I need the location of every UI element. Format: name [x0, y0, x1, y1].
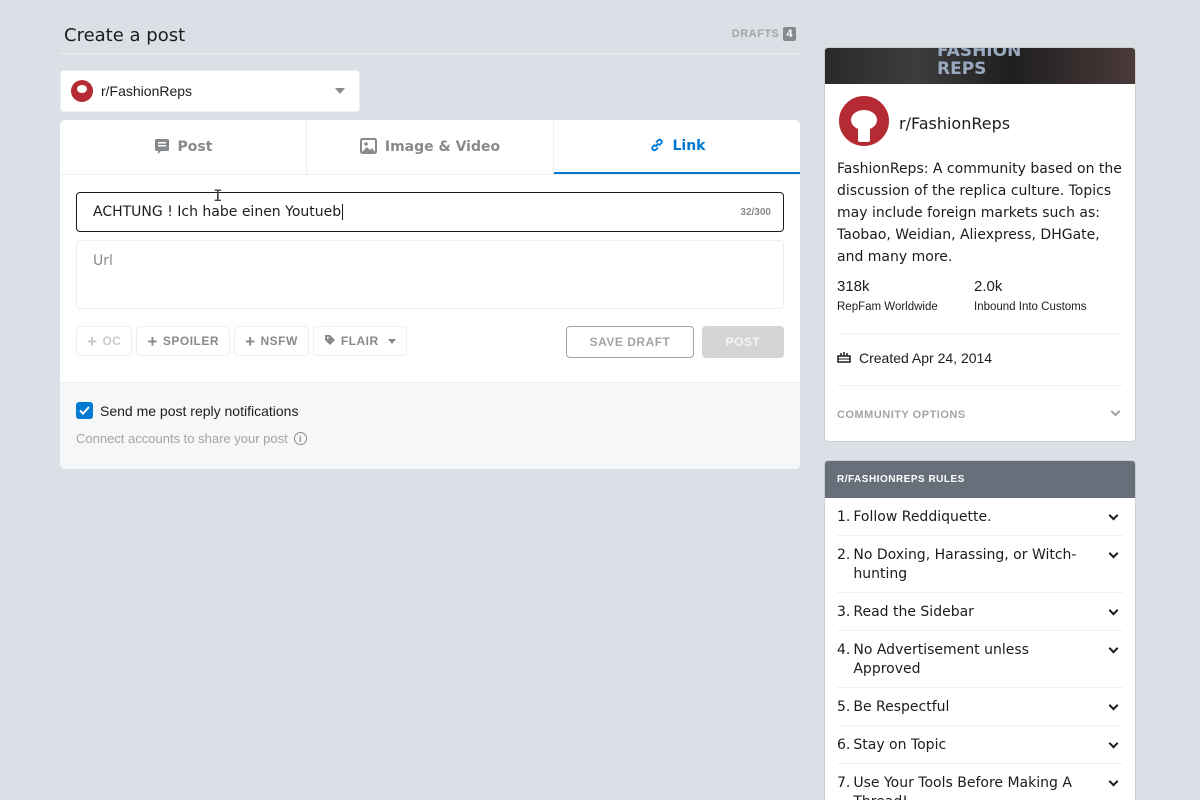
online-stat: 2.0k Inbound Into Customs — [974, 278, 1087, 313]
page-title: Create a post — [64, 25, 186, 46]
oc-label: OC — [102, 334, 122, 348]
link-icon — [649, 137, 665, 156]
tag-icon — [324, 334, 336, 349]
members-count: 318k — [837, 278, 870, 295]
created-label: Created Apr 24, 2014 — [859, 349, 993, 366]
chevron-down-icon — [1110, 406, 1121, 417]
text-cursor-icon: I — [213, 186, 223, 205]
chevron-down-icon — [387, 338, 396, 344]
rule-text: No Advertisement unless Approved — [853, 642, 1029, 677]
rule-item[interactable]: 6. Stay on Topic — [837, 726, 1123, 764]
notification-settings: Send me post reply notifications Connect… — [60, 382, 800, 469]
community-avatar-large — [837, 94, 891, 148]
rule-text: Follow Reddiquette. — [853, 509, 992, 525]
post-button[interactable]: POST — [702, 326, 784, 358]
drafts-link[interactable]: DRAFTS 4 — [732, 27, 796, 41]
notify-checkbox[interactable] — [76, 402, 93, 419]
page-header: Create a post DRAFTS 4 — [60, 22, 800, 54]
community-avatar — [71, 80, 93, 102]
community-name[interactable]: r/FashionReps — [899, 114, 1010, 133]
title-input[interactable]: ACHTUNG ! Ich habe einen Youtueb 32/300 — [76, 192, 784, 232]
rule-number: 6. — [837, 737, 851, 753]
chevron-down-icon — [1108, 548, 1119, 559]
rule-item[interactable]: 1. Follow Reddiquette. — [837, 498, 1123, 536]
rule-item[interactable]: 2. No Doxing, Harassing, or Witch-hunting — [837, 536, 1123, 593]
community-selector[interactable]: r/FashionReps — [60, 70, 360, 112]
flair-label: FLAIR — [340, 334, 379, 348]
chevron-down-icon — [1108, 738, 1119, 749]
rule-text: Read the Sidebar — [853, 604, 974, 620]
post-icon — [154, 138, 170, 157]
online-count: 2.0k — [974, 278, 1003, 295]
rule-item[interactable]: 3. Read the Sidebar — [837, 593, 1123, 631]
url-input[interactable]: Url — [76, 240, 784, 309]
post-form-card: Post Image & Video Link ACHTUNG ! Ich ha… — [60, 120, 800, 469]
banner-logo: FASHION REPS — [937, 48, 1022, 79]
rule-item[interactable]: 7.Use Your Tools Before Making A Thread! — [837, 764, 1123, 800]
community-info-card: FASHION REPS r/FashionReps FashionReps: A… — [824, 47, 1136, 442]
flair-button[interactable]: FLAIR — [312, 326, 407, 356]
tab-post-label: Post — [177, 139, 213, 155]
community-description: FashionReps: A community based on the di… — [837, 161, 1122, 265]
info-icon[interactable]: i — [293, 432, 307, 445]
community-banner: FASHION REPS — [825, 48, 1135, 84]
divider — [837, 333, 1123, 334]
tab-link-label: Link — [672, 138, 706, 154]
connect-accounts-label: Connect accounts to share your post — [76, 431, 288, 446]
tab-image-video[interactable]: Image & Video — [307, 120, 554, 174]
connect-accounts: Connect accounts to share your post i — [76, 431, 307, 446]
plus-icon: + — [245, 331, 256, 351]
rules-header: R/FASHIONREPS RULES — [825, 461, 1135, 498]
rules-card: R/FASHIONREPS RULES 1. Follow Reddiquette… — [824, 460, 1136, 800]
tag-buttons: + OC + SPOILER + NSFW FLAIR — [76, 326, 407, 356]
title-input-value: ACHTUNG ! Ich habe einen Youtueb — [93, 204, 740, 220]
chevron-down-icon — [1108, 510, 1119, 521]
rule-item[interactable]: 4. No Advertisement unless Approved — [837, 631, 1123, 688]
nsfw-label: NSFW — [260, 334, 298, 348]
cake-icon — [837, 349, 851, 366]
rule-text: Use Your Tools Before Making A Thread! — [853, 775, 1072, 800]
tab-image-video-label: Image & Video — [384, 139, 501, 155]
title-char-count: 32/300 — [740, 206, 771, 218]
plus-icon: + — [147, 331, 158, 351]
spoiler-button[interactable]: + SPOILER — [136, 326, 231, 356]
rule-text: Stay on Topic — [853, 737, 947, 753]
online-label: Inbound Into Customs — [974, 301, 1087, 313]
rule-number: 7. — [837, 775, 851, 791]
notify-label: Send me post reply notifications — [100, 403, 299, 419]
post-type-tabs: Post Image & Video Link — [60, 120, 800, 175]
rule-item[interactable]: 5. Be Respectful — [837, 688, 1123, 726]
image-icon — [359, 137, 377, 157]
chevron-down-icon — [1108, 643, 1119, 654]
rule-text: No Doxing, Harassing, or Witch-hunting — [853, 547, 1077, 582]
community-selector-name: r/FashionReps — [101, 83, 193, 99]
tab-post[interactable]: Post — [60, 120, 307, 174]
chevron-down-icon — [1108, 776, 1119, 787]
community-options-label: COMMUNITY OPTIONS — [837, 409, 966, 421]
plus-icon: + — [87, 331, 98, 351]
rule-number: 5. — [837, 699, 851, 715]
chevron-down-icon — [1108, 605, 1119, 616]
rule-number: 4. — [837, 642, 851, 658]
rules-list: 1. Follow Reddiquette. 2. No Doxing, Haras… — [825, 498, 1135, 800]
spoiler-label: SPOILER — [162, 334, 220, 348]
created-date: Created Apr 24, 2014 — [837, 349, 992, 366]
rule-number: 2. — [837, 547, 851, 563]
tab-link[interactable]: Link — [554, 120, 800, 174]
oc-button[interactable]: + OC — [76, 326, 133, 356]
drafts-label: DRAFTS — [731, 28, 780, 40]
rule-number: 3. — [837, 604, 851, 620]
community-options-toggle[interactable]: COMMUNITY OPTIONS — [837, 406, 1123, 421]
rule-number: 1. — [837, 509, 851, 525]
save-draft-button[interactable]: SAVE DRAFT — [566, 326, 694, 358]
drafts-count-badge: 4 — [783, 27, 796, 41]
nsfw-button[interactable]: + NSFW — [234, 326, 309, 356]
chevron-down-icon — [335, 88, 345, 94]
divider — [837, 385, 1123, 386]
members-label: RepFam Worldwide — [837, 301, 938, 313]
chevron-down-icon — [1108, 700, 1119, 711]
rule-text: Be Respectful — [853, 699, 950, 715]
members-stat: 318k RepFam Worldwide — [837, 278, 938, 313]
